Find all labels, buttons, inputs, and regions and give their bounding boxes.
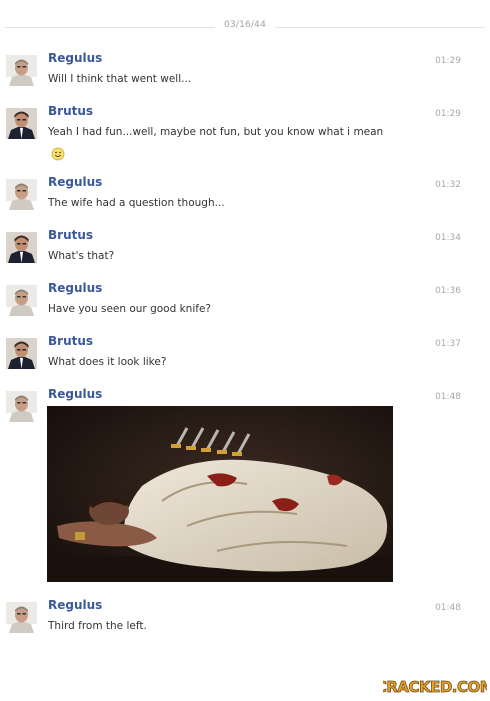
- avatar[interactable]: [6, 108, 37, 139]
- divider-line-left: [5, 27, 215, 28]
- date-divider: 03/16/44: [5, 17, 485, 37]
- smiley-icon: [51, 146, 65, 161]
- avatar[interactable]: [6, 55, 37, 86]
- message-text: What's that?: [48, 250, 115, 262]
- message-text: What does it look like?: [48, 356, 167, 368]
- message-text: Have you seen our good knife?: [48, 303, 211, 315]
- timestamp: 01:48: [435, 392, 461, 402]
- avatar[interactable]: [6, 285, 37, 316]
- timestamp: 01:36: [435, 286, 461, 296]
- sender-name[interactable]: Brutus: [48, 334, 93, 348]
- avatar[interactable]: [6, 179, 37, 210]
- timestamp: 01:29: [435, 109, 461, 119]
- avatar[interactable]: [6, 602, 37, 633]
- timestamp: 01:29: [435, 56, 461, 66]
- message-text: Will I think that went well...: [48, 73, 192, 85]
- sender-name[interactable]: Regulus: [48, 175, 102, 189]
- divider-line-right: [275, 27, 485, 28]
- avatar[interactable]: [6, 391, 37, 422]
- sender-name[interactable]: Regulus: [48, 51, 102, 65]
- timestamp: 01:32: [435, 180, 461, 190]
- timestamp: 01:34: [435, 233, 461, 243]
- timestamp: 01:48: [435, 603, 461, 613]
- photo-attachment[interactable]: [47, 406, 393, 582]
- sender-name[interactable]: Brutus: [48, 228, 93, 242]
- sender-name[interactable]: Brutus: [48, 104, 93, 118]
- message-text: Third from the left.: [48, 620, 147, 632]
- avatar[interactable]: [6, 338, 37, 369]
- avatar[interactable]: [6, 232, 37, 263]
- message-text: The wife had a question though...: [48, 197, 225, 209]
- sender-name[interactable]: Regulus: [48, 281, 102, 295]
- cracked-logo: CRACKED.COM: [375, 675, 490, 697]
- sender-name[interactable]: Regulus: [48, 598, 102, 612]
- message-text: Yeah I had fun...well, maybe not fun, bu…: [48, 126, 384, 138]
- conversation-date: 03/16/44: [223, 20, 267, 30]
- sender-name[interactable]: Regulus: [48, 387, 102, 401]
- timestamp: 01:37: [435, 339, 461, 349]
- svg-text:CRACKED.COM: CRACKED.COM: [383, 678, 487, 696]
